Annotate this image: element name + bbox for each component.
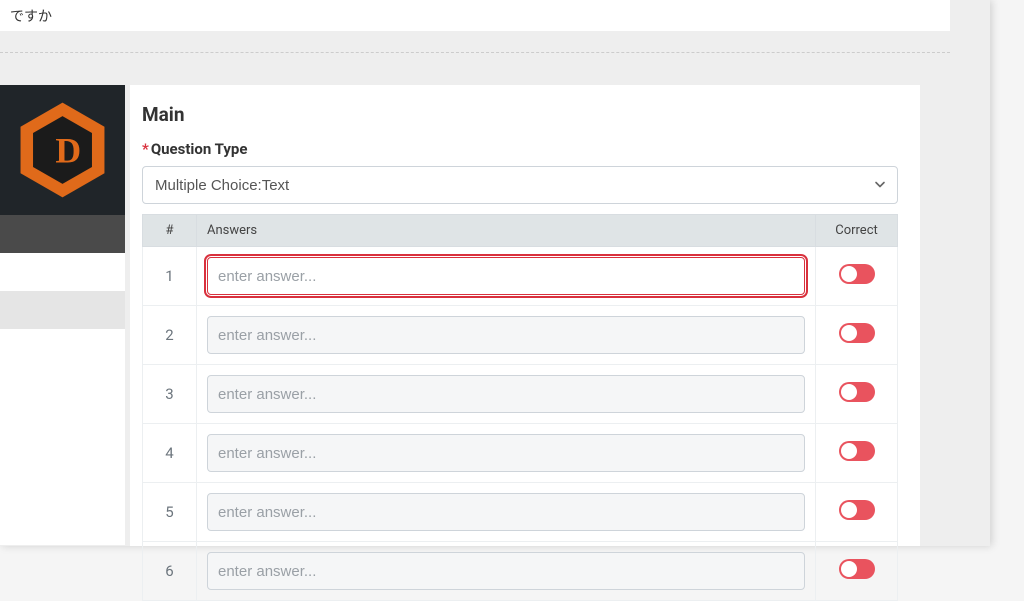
dashed-separator <box>0 52 950 53</box>
table-row: 3 <box>143 365 898 424</box>
correct-toggle[interactable] <box>839 264 875 284</box>
toggle-knob <box>841 325 857 341</box>
answer-input[interactable] <box>207 375 805 413</box>
toggle-knob <box>841 502 857 518</box>
top-question-bar: ですか <box>0 0 950 32</box>
answer-cell <box>197 542 816 601</box>
required-mark: * <box>142 140 149 158</box>
table-row: 1 <box>143 247 898 306</box>
row-number: 4 <box>143 424 197 483</box>
logo-letter: D <box>55 131 81 171</box>
answer-input[interactable] <box>207 257 805 295</box>
section-title: Main <box>142 103 898 126</box>
correct-toggle[interactable] <box>839 323 875 343</box>
table-row: 4 <box>143 424 898 483</box>
table-row: 6 <box>143 542 898 601</box>
col-header-num: # <box>143 215 197 247</box>
correct-cell <box>816 306 898 365</box>
sidebar-item-1[interactable] <box>0 215 125 253</box>
sidebar-item-3[interactable] <box>0 291 125 329</box>
answers-table: # Answers Correct 123456 <box>142 214 898 601</box>
correct-cell <box>816 365 898 424</box>
answer-cell <box>197 306 816 365</box>
col-header-correct: Correct <box>816 215 898 247</box>
col-header-answers: Answers <box>197 215 816 247</box>
correct-cell <box>816 247 898 306</box>
answer-cell <box>197 365 816 424</box>
sidebar-item-2[interactable] <box>0 253 125 291</box>
correct-cell <box>816 483 898 542</box>
toggle-knob <box>841 266 857 282</box>
question-type-label-text: Question Type <box>151 140 248 158</box>
correct-cell <box>816 542 898 601</box>
top-question-text: ですか <box>10 9 52 25</box>
answer-cell <box>197 424 816 483</box>
row-number: 1 <box>143 247 197 306</box>
toggle-knob <box>841 384 857 400</box>
correct-toggle[interactable] <box>839 559 875 579</box>
row-number: 3 <box>143 365 197 424</box>
question-type-selected-value: Multiple Choice:Text <box>155 177 289 194</box>
answer-input[interactable] <box>207 552 805 590</box>
table-row: 2 <box>143 306 898 365</box>
main-panel: Main *Question Type Multiple Choice:Text… <box>130 85 920 546</box>
answer-cell <box>197 483 816 542</box>
answer-input[interactable] <box>207 493 805 531</box>
table-row: 5 <box>143 483 898 542</box>
correct-toggle[interactable] <box>839 441 875 461</box>
answer-input[interactable] <box>207 434 805 472</box>
toggle-knob <box>841 443 857 459</box>
app-frame: ですか D Main *Question Type Multiple Choic… <box>0 0 990 546</box>
correct-cell <box>816 424 898 483</box>
sidebar-item-4[interactable] <box>0 329 125 367</box>
question-type-label: *Question Type <box>142 140 898 158</box>
correct-toggle[interactable] <box>839 500 875 520</box>
answer-input[interactable] <box>207 316 805 354</box>
sidebar: D <box>0 85 125 545</box>
question-type-select[interactable]: Multiple Choice:Text <box>142 166 898 204</box>
row-number: 5 <box>143 483 197 542</box>
row-number: 2 <box>143 306 197 365</box>
hex-logo-icon: D <box>15 100 110 200</box>
answer-cell <box>197 247 816 306</box>
correct-toggle[interactable] <box>839 382 875 402</box>
sidebar-logo-block: D <box>0 85 125 215</box>
row-number: 6 <box>143 542 197 601</box>
question-type-select-wrap: Multiple Choice:Text <box>142 166 898 204</box>
toggle-knob <box>841 561 857 577</box>
